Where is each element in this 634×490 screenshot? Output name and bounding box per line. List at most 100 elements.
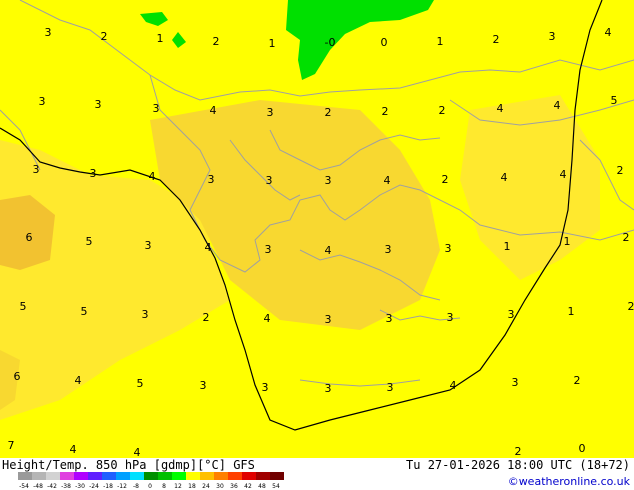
- map-title: Height/Temp. 850 hPa [gdmp][°C] GFS: [2, 458, 255, 472]
- value-label: 3: [95, 98, 102, 111]
- scale-tick-label: -54: [19, 483, 29, 490]
- value-label: 4: [75, 374, 82, 387]
- color-scale: -54 -48 -42 -38 -30 -24 -18 -12 -8 0 8 12 18 24 30 36 42…: [18, 472, 284, 490]
- scale-swatch: [18, 472, 32, 480]
- value-label: 4: [497, 102, 504, 115]
- scale-swatch: [74, 472, 88, 480]
- scale-swatch: [186, 472, 200, 480]
- value-label: 4: [70, 443, 77, 456]
- scale-swatch: [214, 472, 228, 480]
- value-label: 4: [384, 174, 391, 187]
- value-label: 2: [628, 300, 634, 313]
- value-label: 3: [325, 313, 332, 326]
- value-label: 4: [325, 244, 332, 257]
- value-label: 1: [437, 35, 444, 48]
- value-label: 2: [617, 164, 624, 177]
- weather-map: 3 2 1 2 1 -0 0 1 2 3 4 3 3 3 4 3 2 2 2 4 4 5 3 3 4 3 3 3 4 2 4 4 2 6 5 3 4 3 4…: [0, 0, 634, 458]
- scale-swatch: [32, 472, 46, 480]
- value-label: 2: [382, 105, 389, 118]
- value-label: 3: [265, 243, 272, 256]
- value-label: 5: [86, 235, 93, 248]
- scale-tick-label: -42: [47, 483, 57, 490]
- value-label: 2: [439, 104, 446, 117]
- scale-swatch: [172, 472, 186, 480]
- value-label: 4: [554, 99, 561, 112]
- value-label: 2: [101, 30, 108, 43]
- value-label: 3: [325, 174, 332, 187]
- value-label: 7: [8, 439, 15, 452]
- map-canvas: 3 2 1 2 1 -0 0 1 2 3 4 3 3 3 4 3 2 2 2 4 4 5 3 3 4 3 3 3 4 2 4 4 2 6 5 3 4 3 4…: [0, 0, 634, 458]
- value-label: 4: [149, 170, 156, 183]
- value-label: 5: [20, 300, 27, 313]
- forecast-datetime: Tu 27-01-2026 18:00 UTC (18+72): [406, 458, 630, 472]
- scale-swatch: [242, 472, 256, 480]
- value-label: 2: [493, 33, 500, 46]
- scale-tick-label: -24: [89, 483, 99, 490]
- value-label: 3: [325, 382, 332, 395]
- scale-swatch: [46, 472, 60, 480]
- value-label: 3: [447, 311, 454, 324]
- scale-tick-label: -48: [33, 483, 43, 490]
- scale-swatch: [116, 472, 130, 480]
- value-label: 0: [381, 36, 388, 49]
- value-label: 4: [501, 171, 508, 184]
- value-label: 2: [442, 173, 449, 186]
- value-label: 4: [210, 104, 217, 117]
- value-label: 4: [134, 446, 141, 458]
- scale-swatch: [102, 472, 116, 480]
- scale-tick-label: -30: [75, 483, 85, 490]
- value-label: 3: [142, 308, 149, 321]
- scale-tick-label: 36: [230, 483, 238, 490]
- value-label: 3: [33, 163, 40, 176]
- value-label: 4: [450, 379, 457, 392]
- value-label: 1: [157, 32, 164, 45]
- scale-tick-label: 48: [258, 483, 266, 490]
- value-label: 3: [549, 30, 556, 43]
- scale-tick-label: 12: [174, 483, 182, 490]
- value-label: 3: [208, 173, 215, 186]
- scale-swatch: [144, 472, 158, 480]
- scale-tick-label: 18: [188, 483, 196, 490]
- value-label: 6: [26, 231, 33, 244]
- scale-tick-label: 24: [202, 483, 210, 490]
- value-label: 2: [623, 231, 630, 244]
- value-label: 3: [512, 376, 519, 389]
- value-label: 3: [90, 167, 97, 180]
- scale-tick-label: -8: [133, 483, 139, 490]
- scale-swatch: [256, 472, 270, 480]
- value-label: 3: [385, 243, 392, 256]
- value-label: -0: [325, 36, 336, 49]
- value-label: 3: [145, 239, 152, 252]
- value-label: 4: [205, 241, 212, 254]
- scale-tick-label: -18: [103, 483, 113, 490]
- value-label: 3: [39, 95, 46, 108]
- value-label: 6: [14, 370, 21, 383]
- value-label: 5: [611, 94, 618, 107]
- value-label: 3: [445, 242, 452, 255]
- scale-swatch: [270, 472, 284, 480]
- scale-swatch: [228, 472, 242, 480]
- credit-link[interactable]: ©weatheronline.co.uk: [508, 475, 630, 488]
- value-label: 2: [325, 106, 332, 119]
- value-label: 1: [504, 240, 511, 253]
- value-label: 3: [45, 26, 52, 39]
- scale-tick-label: -38: [61, 483, 71, 490]
- scale-tick-label: 8: [162, 483, 166, 490]
- scale-tick-label: 0: [148, 483, 152, 490]
- value-label: 3: [387, 381, 394, 394]
- value-label: 2: [213, 35, 220, 48]
- value-label: 4: [264, 312, 271, 325]
- value-label: 3: [262, 381, 269, 394]
- value-label: 3: [266, 174, 273, 187]
- scale-swatch: [130, 472, 144, 480]
- scale-swatch: [88, 472, 102, 480]
- value-label: 4: [560, 168, 567, 181]
- value-label: 2: [203, 311, 210, 324]
- value-label: 3: [508, 308, 515, 321]
- value-label: 5: [137, 377, 144, 390]
- value-label: 3: [153, 102, 160, 115]
- value-label: 5: [81, 305, 88, 318]
- scale-tick-label: 30: [216, 483, 224, 490]
- value-label: 3: [267, 106, 274, 119]
- value-label: 1: [564, 235, 571, 248]
